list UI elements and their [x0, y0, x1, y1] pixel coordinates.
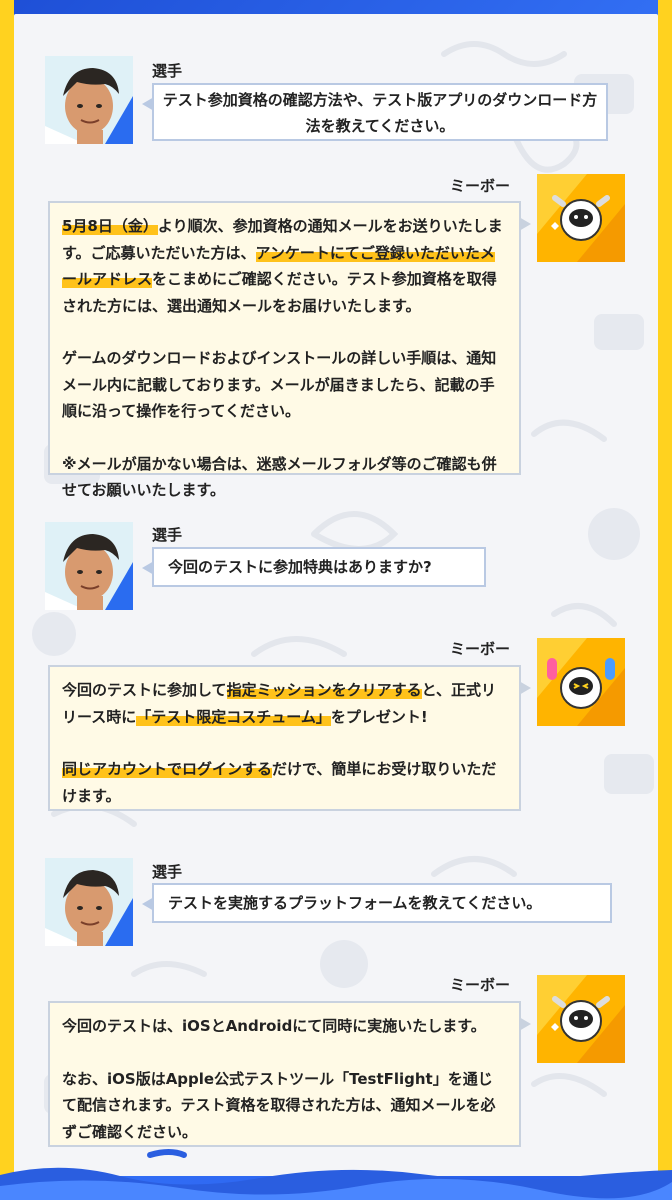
mibo-mascot-icon	[537, 975, 625, 1063]
a3-paragraph-1: 今回のテストは、iOSとAndroidにて同時に実施いたします。	[62, 1017, 486, 1035]
a1-highlight-date: 5月8日（金）	[62, 217, 158, 235]
player-avatar	[45, 56, 133, 144]
q1-speaker-name: 選手	[152, 62, 183, 80]
q1-question-bubble: テスト参加資格の確認方法や、テスト版アプリのダウンロード方法を教えてください。	[142, 83, 608, 141]
q1-question-text: テスト参加資格の確認方法や、テスト版アプリのダウンロード方法を教えてください。	[162, 91, 598, 135]
player-face-icon	[45, 870, 133, 946]
mibo-cheer-icon	[537, 638, 625, 726]
a1-paragraph-3: ※メールが届かない場合は、迷惑メールフォルダ等のご確認も併せてお願いいたします。	[62, 454, 497, 500]
q2-question-bubble: 今回のテストに参加特典はありますか?	[142, 547, 486, 587]
mibo-avatar	[537, 638, 625, 726]
right-accent-stripe	[658, 0, 672, 1200]
a1-answer-bubble: 5月8日（金）より順次、参加資格の通知メールをお送りいたします。ご応募いただいた…	[48, 201, 531, 499]
a2-highlight-login: 同じアカウントでログインする	[62, 760, 273, 778]
a2-text-3: をプレゼント!	[330, 707, 428, 726]
player-face-icon	[45, 534, 133, 610]
a2-answer-bubble: 今回のテストに参加して指定ミッションをクリアすると、正式リリース時に「テスト限定…	[48, 665, 531, 811]
a3-paragraph-2: なお、iOS版はApple公式テストツール「TestFlight」を通じて配信さ…	[62, 1069, 496, 1141]
player-face-icon	[45, 68, 133, 144]
a1-paragraph-2: ゲームのダウンロードおよびインストールの詳しい手順は、通知メール内に記載しており…	[62, 349, 497, 420]
a3-answer-bubble: 今回のテストは、iOSとAndroidにて同時に実施いたします。 なお、iOS版…	[48, 1001, 531, 1147]
mibo-avatar	[537, 975, 625, 1063]
q3-question-text: テストを実施するプラットフォームを教えてください。	[168, 894, 542, 912]
a2-highlight-costume: 「テスト限定コスチューム」	[136, 707, 331, 726]
player-avatar	[45, 858, 133, 946]
q3-speaker-name: 選手	[152, 863, 183, 881]
page-frame: 選手 テスト参加資格の確認方法や、テスト版アプリのダウンロード方法を教えてくださ…	[0, 0, 672, 1200]
mibo-mascot-icon	[537, 174, 625, 262]
a2-text-1: 今回のテストに参加して	[62, 681, 227, 699]
a1-speaker-name: ミーボー	[450, 177, 511, 195]
q3-question-bubble: テストを実施するプラットフォームを教えてください。	[142, 883, 612, 923]
q2-speaker-name: 選手	[152, 526, 183, 544]
a3-speaker-name: ミーボー	[450, 976, 511, 994]
mibo-avatar	[537, 174, 625, 262]
player-avatar	[45, 522, 133, 610]
a2-highlight-mission: 指定ミッションをクリアする	[226, 681, 422, 699]
left-accent-stripe	[0, 0, 14, 1200]
q2-question-text: 今回のテストに参加特典はありますか?	[168, 558, 432, 576]
a2-speaker-name: ミーボー	[450, 640, 511, 658]
